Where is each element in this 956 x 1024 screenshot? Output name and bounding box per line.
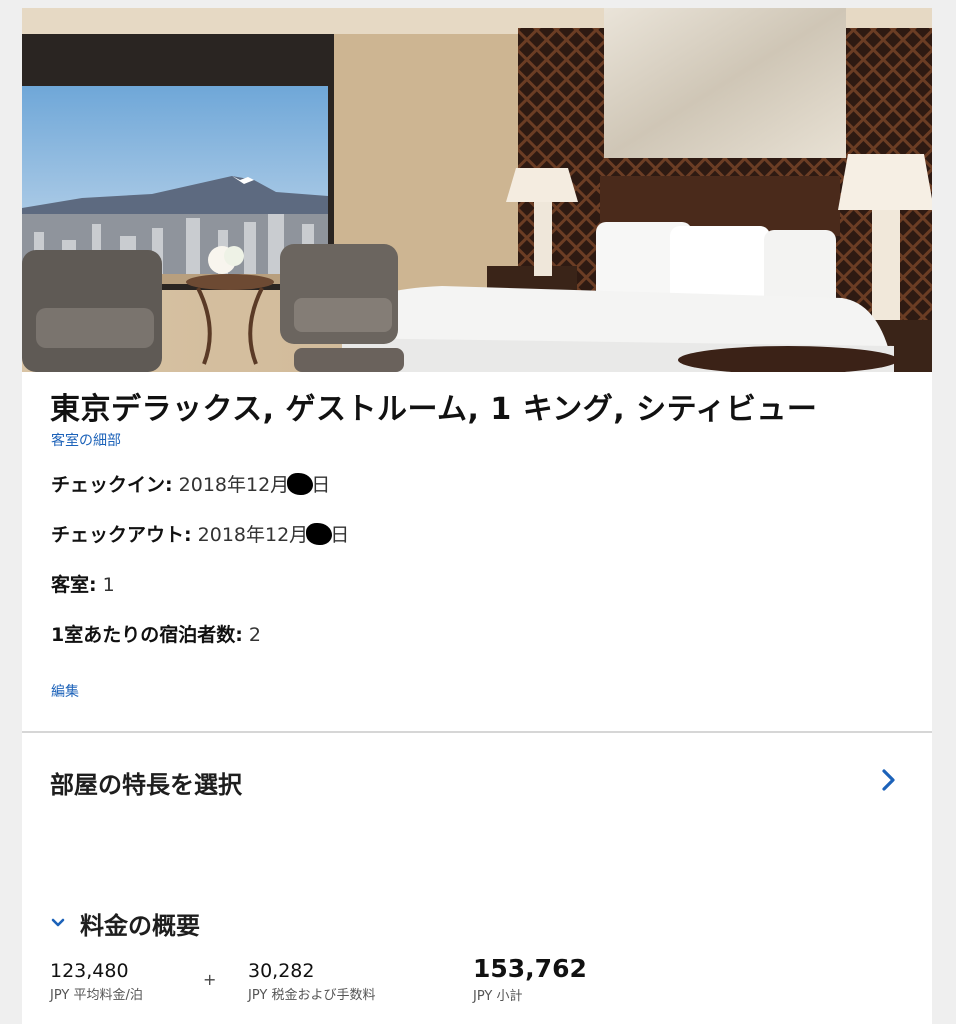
checkout-date-suffix: 日 — [330, 524, 350, 546]
rooms-row: 客室: 1 — [51, 570, 115, 597]
redaction-mark — [306, 523, 333, 545]
rooms-value: 1 — [102, 574, 115, 596]
guests-row: 1室あたりの宿泊者数: 2 — [51, 620, 261, 647]
taxes-value: 30,282 — [248, 960, 315, 982]
subtotal-value: 153,762 — [473, 954, 587, 983]
section-divider — [22, 731, 932, 733]
checkout-row: チェックアウト: 2018年12月日 — [51, 520, 349, 547]
room-photo — [22, 8, 932, 372]
avg-rate-block: 123,480 JPY 平均料金/泊 — [50, 960, 143, 1003]
redaction-mark — [287, 473, 314, 495]
plus-sign: + — [203, 970, 217, 989]
avg-rate-caption: JPY 平均料金/泊 — [50, 988, 143, 1003]
chevron-down-icon — [50, 913, 72, 934]
subtotal-block: 153,762 JPY 小計 — [473, 954, 587, 1004]
checkout-label: チェックアウト: — [51, 524, 192, 546]
subtotal-caption: JPY 小計 — [473, 989, 523, 1004]
edit-link[interactable]: 編集 — [51, 681, 79, 701]
taxes-block: 30,282 JPY 税金および手数料 — [248, 960, 375, 1003]
checkin-date-suffix: 日 — [311, 474, 331, 496]
rate-summary-toggle[interactable]: 料金の概要 — [50, 906, 200, 941]
room-features-heading[interactable]: 部屋の特長を選択 — [50, 765, 242, 800]
chevron-right-icon[interactable] — [878, 767, 900, 793]
room-details-link[interactable]: 客室の細部 — [51, 430, 121, 450]
guests-value: 2 — [248, 624, 261, 646]
room-title: 東京デラックス, ゲストルーム, 1 キング, シティビュー — [50, 392, 818, 427]
checkin-label: チェックイン: — [51, 474, 173, 496]
taxes-caption: JPY 税金および手数料 — [248, 988, 376, 1003]
checkin-row: チェックイン: 2018年12月日 — [51, 470, 330, 497]
checkin-date-prefix: 2018年12月 — [178, 474, 290, 496]
rate-summary-heading: 料金の概要 — [80, 912, 200, 940]
reservation-card: 東京デラックス, ゲストルーム, 1 キング, シティビュー 客室の細部 チェッ… — [22, 8, 932, 1024]
checkout-date-prefix: 2018年12月 — [197, 524, 309, 546]
rooms-label: 客室: — [51, 574, 97, 596]
avg-rate-value: 123,480 — [50, 960, 129, 982]
guests-label: 1室あたりの宿泊者数: — [51, 624, 243, 646]
